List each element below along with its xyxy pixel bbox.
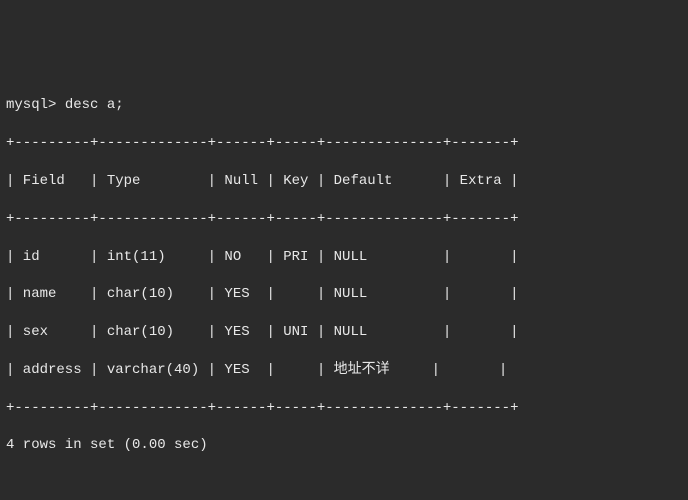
blank-line [6,493,682,500]
table-border: +---------+-------------+------+-----+--… [6,134,682,153]
mysql-prompt: mysql> [6,97,56,113]
status-line: 4 rows in set (0.00 sec) [6,436,682,455]
table-header-row: | Field | Type | Null | Key | Default | … [6,172,682,191]
prompt-line[interactable]: mysql> desc a; [6,96,682,115]
table-row: | name | char(10) | YES | | NULL | | [6,285,682,304]
table-row: | id | int(11) | NO | PRI | NULL | | [6,248,682,267]
table-row: | address | varchar(40) | YES | | 地址不详 |… [6,361,682,380]
table-border: +---------+-------------+------+-----+--… [6,399,682,418]
command-text: desc a; [65,97,124,113]
mysql-terminal: { "session": { "prompt": "mysql>", "bloc… [0,0,688,500]
table-row: | sex | char(10) | YES | UNI | NULL | | [6,323,682,342]
table-border: +---------+-------------+------+-----+--… [6,210,682,229]
